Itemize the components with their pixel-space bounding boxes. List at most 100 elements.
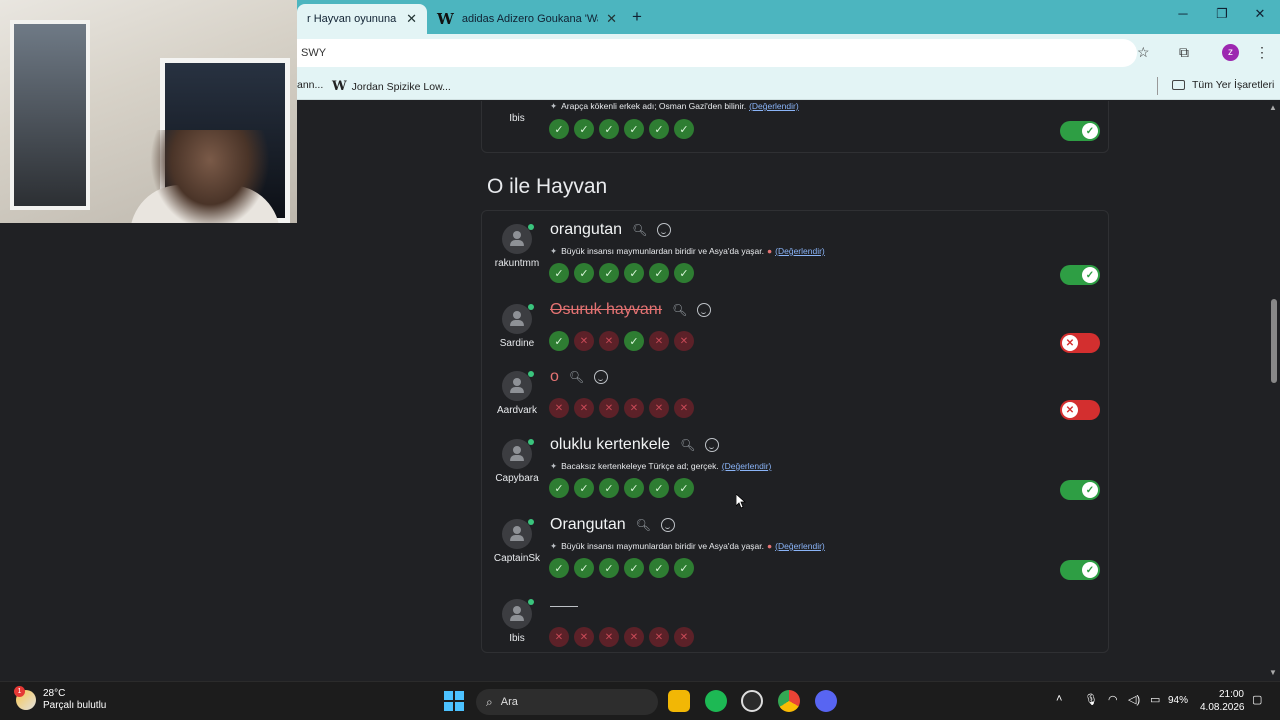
answer-word: orangutan 🔍︎ xyxy=(550,221,672,239)
chrome-icon[interactable] xyxy=(778,690,800,712)
avatar xyxy=(502,304,534,334)
vote-approve-icon: ✓ xyxy=(624,558,644,578)
clock-date: 4.08.2026 xyxy=(1200,702,1245,713)
webcam-window-left xyxy=(10,20,90,210)
address-bar[interactable]: SWY xyxy=(297,39,1137,67)
approve-toggle[interactable]: ✓ xyxy=(1060,265,1100,285)
start-button[interactable] xyxy=(444,691,464,711)
vote-approve-icon: ✓ xyxy=(624,263,644,283)
approve-toggle[interactable]: ✓ xyxy=(1060,480,1100,500)
username: Capybara xyxy=(495,473,539,484)
vote-reject-icon: ✕ xyxy=(624,627,644,647)
spotify-icon[interactable] xyxy=(705,690,727,712)
add-reaction-icon[interactable] xyxy=(697,303,712,317)
avatar xyxy=(502,224,534,254)
vote-row: ✓ ✓ ✓ ✓ ✓ ✓ xyxy=(549,263,694,283)
close-tab-icon[interactable]: ✕ xyxy=(606,11,617,27)
vote-approve-icon: ✓ xyxy=(674,263,694,283)
username: CaptainSk xyxy=(493,553,541,564)
x-icon: ✕ xyxy=(1062,402,1078,418)
vote-approve-icon: ✓ xyxy=(649,119,669,139)
profile-avatar[interactable]: z xyxy=(1222,44,1239,61)
page-scrollbar[interactable]: ▲ ▼ xyxy=(1267,101,1280,681)
reject-toggle[interactable]: ✕ xyxy=(1060,400,1100,420)
search-icon[interactable]: 🔍︎ xyxy=(632,223,647,237)
vote-reject-icon: ✕ xyxy=(649,627,669,647)
weather-widget[interactable]: 1 28°C Parçalı bulutlu xyxy=(14,686,106,712)
tray-chevron-icon[interactable]: ˄ xyxy=(1056,693,1062,705)
check-icon: ✓ xyxy=(1082,562,1098,578)
section-title: O ile Hayvan xyxy=(487,175,608,198)
add-reaction-icon[interactable] xyxy=(705,438,720,452)
add-reaction-icon[interactable] xyxy=(660,518,675,532)
obs-icon[interactable] xyxy=(741,690,763,712)
tab-hayvan-game[interactable]: r Hayvan oyununa katı ✕ xyxy=(297,4,427,34)
answer-word: o 🔍︎ xyxy=(550,368,609,386)
wikipedia-favicon-icon: W xyxy=(437,10,454,28)
search-icon[interactable]: 🔍︎ xyxy=(569,370,584,384)
approve-toggle[interactable]: ✓ xyxy=(1060,121,1100,141)
vote-reject-icon: ✕ xyxy=(549,398,569,418)
scroll-thumb[interactable] xyxy=(1271,299,1277,383)
scroll-up-icon[interactable]: ▲ xyxy=(1269,103,1277,112)
minimize-icon[interactable]: ─ xyxy=(1173,6,1193,21)
tab-title: r Hayvan oyununa katı xyxy=(307,13,398,25)
new-tab-button[interactable]: + xyxy=(632,7,642,27)
search-icon[interactable]: 🔍︎ xyxy=(680,438,695,452)
close-tab-icon[interactable]: ✕ xyxy=(406,11,417,27)
vote-reject-icon: ✕ xyxy=(624,398,644,418)
notifications-icon[interactable]: ▢ xyxy=(1252,693,1262,706)
approve-toggle[interactable]: ✓ xyxy=(1060,560,1100,580)
check-icon: ✓ xyxy=(1082,482,1098,498)
vote-approve-icon: ✓ xyxy=(549,331,569,351)
taskbar: 1 28°C Parçalı bulutlu ⌕ Ara ˄ 🎙 ◠ ◁) ▭ … xyxy=(0,681,1280,720)
online-indicator xyxy=(528,599,534,605)
taskbar-search[interactable]: ⌕ Ara xyxy=(476,689,658,715)
bookmark-item[interactable]: W Jordan Spizike Low... xyxy=(332,79,451,94)
bookmark-item[interactable]: ann... xyxy=(297,79,323,91)
all-bookmarks-label: Tüm Yer İşaretleri xyxy=(1192,79,1275,91)
warning-icon: ● xyxy=(767,246,773,256)
reject-toggle[interactable]: ✕ xyxy=(1060,333,1100,353)
bookmark-label: ann... xyxy=(297,79,324,91)
rate-link[interactable]: (Değerlendir) xyxy=(775,246,825,256)
wikipedia-favicon-icon: W xyxy=(332,79,347,94)
answer-row: Ibis ✕ ✕ ✕ ✕ ✕ ✕ xyxy=(482,586,1108,661)
volume-icon[interactable]: ◁) xyxy=(1128,693,1140,706)
search-icon[interactable]: 🔍︎ xyxy=(672,303,687,317)
sparkle-icon: ✦ xyxy=(550,246,558,256)
word-description: ✦ Arapça kökenli erkek adı; Osman Gazi'de… xyxy=(550,101,799,111)
scroll-down-icon[interactable]: ▼ xyxy=(1269,668,1277,677)
sparkle-icon: ✦ xyxy=(550,101,558,111)
all-bookmarks-button[interactable]: Tüm Yer İşaretleri xyxy=(1172,79,1274,91)
vote-approve-icon: ✓ xyxy=(624,331,644,351)
bookmark-star-icon[interactable]: ☆ xyxy=(1137,44,1150,61)
menu-icon[interactable]: ⋮ xyxy=(1255,44,1269,61)
clock[interactable]: 21:00 4.08.2026 xyxy=(1200,688,1245,714)
microphone-icon[interactable]: 🎙 xyxy=(1084,693,1098,706)
vote-approve-icon: ✓ xyxy=(599,263,619,283)
battery-icon[interactable]: ▭ xyxy=(1150,693,1160,706)
avatar xyxy=(502,599,534,629)
weather-temp: 28°C xyxy=(43,688,66,699)
rate-link[interactable]: (Değerlendir) xyxy=(749,101,799,111)
maximize-icon[interactable]: ❐ xyxy=(1212,6,1232,22)
add-reaction-icon[interactable] xyxy=(657,223,672,237)
vote-approve-icon: ✓ xyxy=(674,119,694,139)
browser-toolbar: SWY ☆ ⧉ z ⋮ xyxy=(297,34,1280,72)
file-explorer-icon[interactable] xyxy=(668,690,690,712)
rate-link[interactable]: (Değerlendir) xyxy=(722,461,772,471)
search-icon[interactable]: 🔍︎ xyxy=(636,518,651,532)
add-reaction-icon[interactable] xyxy=(594,370,609,384)
close-window-icon[interactable]: ✕ xyxy=(1250,6,1270,22)
rate-link[interactable]: (Değerlendir) xyxy=(775,541,825,551)
bookmark-separator xyxy=(1157,77,1158,95)
word-description: ✦ Bacaksız kertenkeleye Türkçe ad; gerçek… xyxy=(550,461,772,471)
wifi-icon[interactable]: ◠ xyxy=(1108,693,1118,706)
tab-adidas[interactable]: W adidas Adizero Goukana 'Warm ✕ xyxy=(427,4,627,34)
avatar xyxy=(502,371,534,401)
vote-reject-icon: ✕ xyxy=(574,331,594,351)
extensions-icon[interactable]: ⧉ xyxy=(1179,44,1189,61)
word-description: ✦ Büyük insansı maymunlardan biridir ve A… xyxy=(550,541,825,551)
discord-icon[interactable] xyxy=(815,690,837,712)
